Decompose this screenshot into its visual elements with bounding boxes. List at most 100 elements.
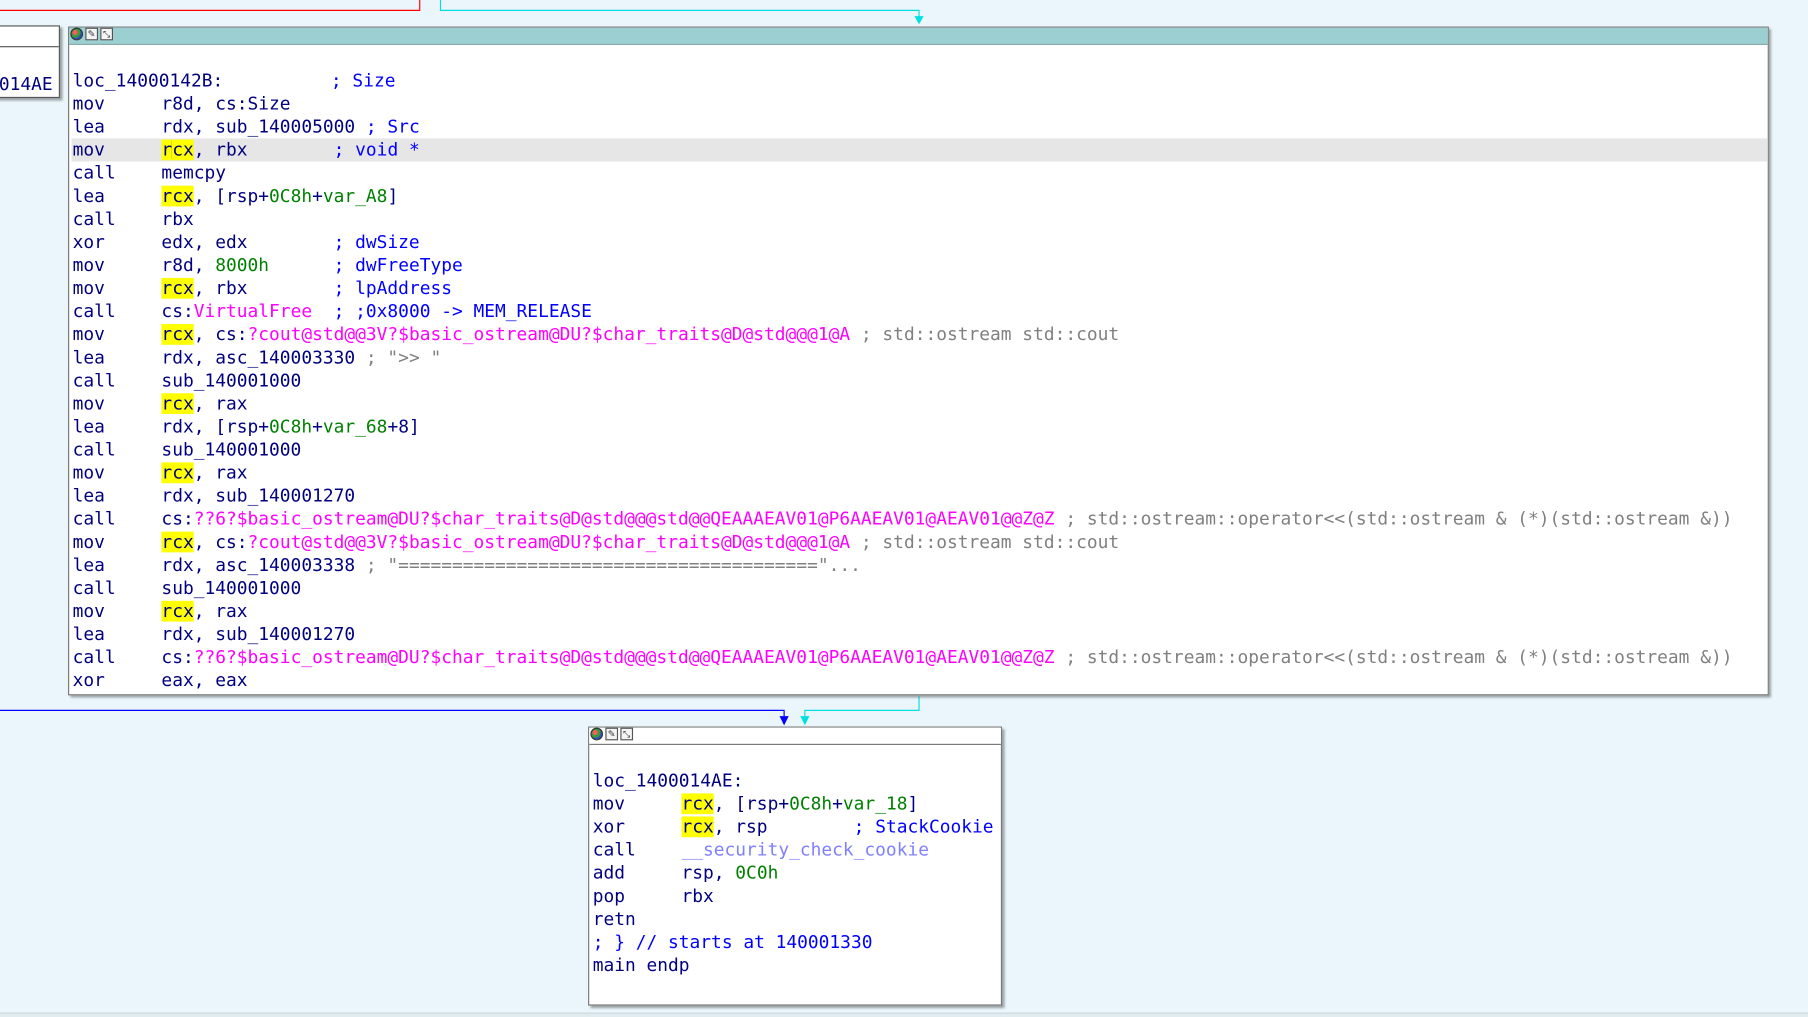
node-loc-14000142b[interactable]: ✎ ⤡ loc_14000142B: ; Size mov r8d, cs:Size… bbox=[68, 26, 1769, 696]
asm-line[interactable]: lea rdx, [rsp+0C8h+var_68+8] bbox=[71, 415, 1767, 438]
asm-comment[interactable]: ; Src bbox=[355, 116, 420, 137]
asm-operand[interactable]: rdx, [rsp+ bbox=[161, 416, 269, 437]
asm-register-highlight[interactable]: rcx bbox=[161, 531, 194, 553]
asm-operand[interactable]: eax, eax bbox=[161, 670, 247, 691]
asm-operand[interactable]: sub_140001000 bbox=[161, 578, 301, 599]
asm-comment[interactable]: ; std::ostream::operator<<(std::ostream … bbox=[1055, 647, 1732, 668]
asm-line[interactable]: main endp bbox=[592, 954, 1001, 977]
node-color-icon[interactable] bbox=[70, 27, 84, 41]
asm-line[interactable]: mov r8d, 8000h ; dwFreeType bbox=[71, 254, 1767, 277]
asm-line[interactable]: mov rcx, cs:?cout@std@@3V?$basic_ostream@… bbox=[71, 323, 1767, 346]
asm-line[interactable]: add rsp, 0C0h bbox=[592, 861, 1001, 884]
asm-line[interactable]: mov rcx, rax bbox=[71, 461, 1767, 484]
asm-mnemonic[interactable]: xor bbox=[73, 669, 162, 692]
asm-import-name[interactable]: ?cout@std@@3V?$basic_ostream@DU?$char_tr… bbox=[248, 532, 851, 553]
node-left-partial[interactable]: 014AE bbox=[0, 25, 60, 99]
asm-operand[interactable]: , rbx bbox=[194, 278, 248, 299]
asm-mnemonic[interactable]: add bbox=[593, 861, 682, 884]
asm-operand[interactable]: sub_140001000 bbox=[161, 439, 301, 460]
asm-number[interactable]: 0C0h bbox=[735, 863, 778, 884]
asm-line[interactable]: mov r8d, cs:Size bbox=[71, 92, 1767, 115]
asm-operand[interactable]: cs: bbox=[161, 647, 193, 668]
node-header-main[interactable]: ✎ ⤡ bbox=[69, 27, 1768, 45]
asm-comment[interactable]: ; } // starts at 140001330 bbox=[593, 932, 873, 953]
asm-line[interactable]: mov rcx, [rsp+0C8h+var_18] bbox=[592, 792, 1001, 815]
asm-import-name[interactable]: ??6?$basic_ostream@DU?$char_traits@D@std… bbox=[194, 509, 1055, 530]
asm-mnemonic[interactable]: mov bbox=[73, 323, 162, 346]
asm-import-name[interactable]: ?cout@std@@3V?$basic_ostream@DU?$char_tr… bbox=[248, 324, 851, 345]
asm-comment[interactable]: ; dwFreeType bbox=[269, 255, 463, 276]
node-header-end[interactable]: ✎ ⤡ bbox=[589, 727, 1001, 745]
asm-operand[interactable]: ] bbox=[907, 793, 918, 814]
asm-mnemonic[interactable]: lea bbox=[73, 415, 162, 438]
asm-comment[interactable]: ; std::ostream std::cout bbox=[850, 324, 1119, 345]
asm-line[interactable]: lea rdx, sub_140001270 bbox=[71, 484, 1767, 507]
asm-stack-var[interactable]: var_18 bbox=[843, 793, 908, 814]
asm-operand[interactable]: cs: bbox=[161, 301, 193, 322]
asm-mnemonic[interactable]: lea bbox=[73, 484, 162, 507]
asm-line[interactable]: call cs:??6?$basic_ostream@DU?$char_trait… bbox=[71, 507, 1767, 530]
asm-mnemonic[interactable]: call bbox=[73, 507, 162, 530]
asm-operand[interactable]: rdx, asc_140003330 bbox=[161, 347, 355, 368]
asm-mnemonic[interactable]: mov bbox=[73, 277, 162, 300]
asm-mnemonic[interactable]: pop bbox=[593, 885, 682, 908]
asm-register-highlight[interactable]: rcx bbox=[681, 816, 714, 838]
asm-operand[interactable]: , rbx bbox=[194, 140, 248, 161]
asm-operand[interactable]: edx, edx bbox=[161, 232, 247, 253]
graph-view[interactable]: 014AE ✎ ⤡ loc_14000142B: ; Size mov r8d, c… bbox=[0, 0, 1808, 1017]
asm-operand[interactable]: rsp, bbox=[681, 863, 735, 884]
asm-line[interactable]: call __security_check_cookie bbox=[592, 838, 1001, 861]
asm-operand[interactable]: + bbox=[312, 416, 323, 437]
asm-mnemonic[interactable]: lea bbox=[73, 346, 162, 369]
asm-line[interactable]: mov rcx, rax bbox=[71, 600, 1767, 623]
asm-comment[interactable]: ; StackCookie bbox=[768, 816, 994, 837]
asm-register-highlight[interactable]: rcx bbox=[161, 277, 194, 299]
asm-line[interactable]: call sub_140001000 bbox=[71, 438, 1767, 461]
asm-import-name[interactable]: VirtualFree bbox=[194, 301, 312, 322]
asm-operand[interactable]: ] bbox=[387, 186, 398, 207]
asm-register-highlight[interactable]: rcx bbox=[161, 600, 194, 622]
asm-line[interactable]: loc_1400014AE: bbox=[592, 769, 1001, 792]
asm-line[interactable]: xor edx, edx ; dwSize bbox=[71, 231, 1767, 254]
asm-register-highlight[interactable]: r bbox=[161, 139, 173, 161]
collapse-icon[interactable]: ⤡ bbox=[620, 727, 634, 741]
asm-operand[interactable]: main endp bbox=[593, 955, 690, 976]
rename-icon[interactable]: ✎ bbox=[605, 727, 619, 741]
asm-mnemonic[interactable]: mov bbox=[73, 138, 162, 161]
asm-line[interactable]: mov rcx, rbx ; lpAddress bbox=[71, 277, 1767, 300]
asm-mnemonic[interactable]: mov bbox=[73, 530, 162, 553]
asm-operand[interactable]: , rax bbox=[194, 393, 248, 414]
asm-line[interactable]: lea rcx, [rsp+0C8h+var_A8] bbox=[71, 185, 1767, 208]
node-loc-1400014ae[interactable]: ✎ ⤡ loc_1400014AE: mov rcx, [rsp+0C8h+var_… bbox=[588, 726, 1003, 1006]
asm-register-highlight[interactable]: rcx bbox=[161, 324, 194, 345]
asm-line[interactable]: lea rdx, asc_140003338 ; "===============… bbox=[71, 554, 1767, 577]
asm-mnemonic[interactable]: call bbox=[593, 838, 682, 861]
asm-number[interactable]: 0C8h bbox=[269, 416, 312, 437]
asm-comment[interactable]: ; std::ostream std::cout bbox=[850, 532, 1119, 553]
asm-operand[interactable]: r8d, cs:Size bbox=[161, 93, 290, 114]
asm-operand[interactable]: rdx, sub_140001270 bbox=[161, 624, 355, 645]
asm-operand[interactable]: loc_14000142B: bbox=[73, 70, 224, 91]
asm-register-highlight[interactable]: rcx bbox=[681, 793, 714, 815]
asm-operand[interactable]: rdx, sub_140001270 bbox=[161, 485, 355, 506]
asm-operand[interactable]: r8d, bbox=[161, 255, 215, 276]
asm-operand[interactable]: loc_1400014AE: bbox=[593, 770, 744, 791]
asm-mnemonic[interactable]: call bbox=[73, 300, 162, 323]
asm-operand[interactable]: rdx, sub_140005000 bbox=[161, 116, 355, 137]
asm-mnemonic[interactable]: mov bbox=[593, 792, 682, 815]
asm-operand[interactable]: , rsp bbox=[714, 816, 768, 837]
node-color-icon[interactable] bbox=[590, 727, 604, 741]
asm-register-highlight[interactable]: rcx bbox=[161, 462, 194, 483]
rename-icon[interactable]: ✎ bbox=[85, 27, 99, 41]
asm-line[interactable]: call cs:??6?$basic_ostream@DU?$char_trait… bbox=[71, 646, 1767, 669]
asm-line[interactable]: call rbx bbox=[71, 208, 1767, 231]
asm-number[interactable]: 0C8h bbox=[789, 793, 832, 814]
asm-line[interactable]: lea rdx, sub_140001270 bbox=[71, 623, 1767, 646]
asm-operand[interactable]: , cs: bbox=[194, 324, 248, 345]
collapse-icon[interactable]: ⤡ bbox=[100, 27, 114, 41]
asm-comment[interactable]: ; void * bbox=[248, 140, 420, 161]
asm-register-highlight[interactable]: cx bbox=[172, 139, 194, 161]
asm-mnemonic[interactable]: call bbox=[73, 646, 162, 669]
asm-operand[interactable]: rbx bbox=[161, 209, 193, 230]
asm-mnemonic[interactable]: mov bbox=[73, 92, 162, 115]
